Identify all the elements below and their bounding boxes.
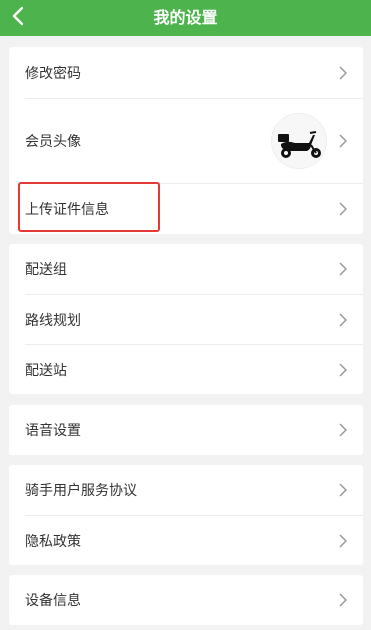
chevron-right-icon — [339, 423, 347, 437]
chevron-right-icon — [339, 65, 347, 80]
chevron-right-icon — [339, 362, 347, 377]
settings-item-label: 语音设置 — [25, 423, 81, 439]
settings-item-label: 隐私政策 — [25, 533, 81, 550]
chevron-right-icon — [339, 202, 347, 216]
chevron-right-icon — [339, 134, 347, 148]
settings-item-delivery-group[interactable]: 配送组 — [9, 244, 363, 294]
settings-group-device: 设备信息 — [9, 575, 363, 625]
settings-item-label: 会员头像 — [25, 134, 81, 150]
chevron-right-icon — [339, 262, 347, 276]
settings-item-device-info[interactable]: 设备信息 — [9, 575, 363, 625]
settings-item-rider-agreement[interactable]: 骑手用户服务协议 — [9, 465, 363, 515]
settings-item-label: 路线规划 — [25, 312, 81, 329]
scooter-avatar-icon — [278, 131, 321, 158]
settings-item-member-avatar[interactable]: 会员头像 — [9, 99, 363, 183]
avatar[interactable] — [271, 113, 327, 169]
page-title: 我的设置 — [153, 8, 218, 27]
settings-item-label: 配送站 — [25, 362, 67, 379]
highlight-annotation — [18, 182, 160, 232]
settings-item-privacy-policy[interactable]: 隐私政策 — [9, 516, 363, 565]
settings-item-delivery-station[interactable]: 配送站 — [9, 345, 363, 394]
settings-item-route-planning[interactable]: 路线规划 — [9, 295, 363, 344]
settings-group-delivery: 配送组 路线规划 配送站 — [9, 244, 363, 394]
settings-item-label: 设备信息 — [25, 593, 81, 609]
chevron-right-icon — [339, 593, 347, 607]
chevron-right-icon — [339, 312, 347, 327]
settings-group-legal: 骑手用户服务协议 隐私政策 — [9, 465, 363, 565]
settings-item-change-password[interactable]: 修改密码 — [9, 47, 363, 98]
settings-group-voice: 语音设置 — [9, 405, 363, 455]
chevron-right-icon — [339, 483, 347, 497]
chevron-right-icon — [339, 533, 347, 548]
settings-item-label: 骑手用户服务协议 — [25, 483, 137, 499]
settings-item-voice-settings[interactable]: 语音设置 — [9, 405, 363, 455]
settings-item-label: 配送组 — [25, 262, 67, 278]
settings-item-label: 修改密码 — [25, 65, 81, 82]
app-header: 我的设置 — [0, 0, 371, 36]
